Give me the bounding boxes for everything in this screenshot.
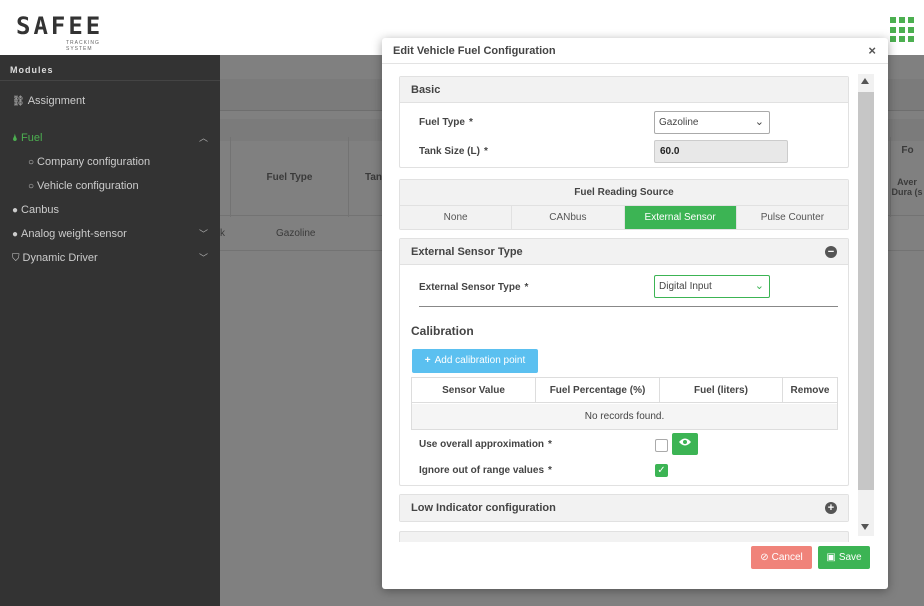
expand-icon[interactable]: + — [825, 502, 837, 514]
sidebar-item-dynamic-driver[interactable]: ⛉ Dynamic Driver ﹀ — [0, 246, 220, 270]
empty-message: No records found. — [412, 404, 837, 429]
low-indicator-panel: Low Indicator configuration + — [399, 494, 849, 522]
chevron-down-icon: ⌄ — [754, 116, 764, 128]
sidebar-item-label: Fuel — [21, 132, 43, 144]
logo-text: SAFEE — [16, 12, 104, 40]
external-sensor-type-select[interactable]: Digital Input ⌄ — [654, 275, 770, 298]
external-sensor-type-label: External Sensor Type * — [419, 282, 529, 293]
column-remove[interactable]: Remove — [783, 378, 837, 402]
dot-icon: ● — [12, 205, 19, 216]
background-header-tank: Tan — [348, 137, 382, 217]
tank-size-label: Tank Size (L) * — [419, 146, 488, 157]
scrollbar-thumb[interactable] — [858, 92, 874, 490]
tab-external-sensor[interactable]: External Sensor — [624, 206, 737, 229]
tab-pulse-counter[interactable]: Pulse Counter — [736, 206, 848, 229]
sidebar-heading: Modules — [0, 55, 220, 81]
background-cell-fuel-type: Gazoline — [276, 228, 316, 239]
dot-icon: ● — [12, 229, 19, 240]
sidebar-item-assignment[interactable]: ⛓ Assignment — [0, 89, 220, 113]
safee-logo[interactable]: SAFEE TRACKING SYSTEM — [16, 12, 128, 52]
logo-subtitle: TRACKING SYSTEM — [66, 40, 100, 52]
external-sensor-panel: External Sensor Type − External Sensor T… — [399, 238, 849, 486]
shield-icon: ⛉ — [12, 253, 20, 264]
background-header-fuel-type: Fuel Type — [230, 137, 348, 217]
reading-source-tabs: None CANbus External Sensor Pulse Counte… — [400, 206, 848, 229]
tab-canbus[interactable]: CANbus — [512, 206, 625, 229]
external-sensor-panel-title: External Sensor Type — [411, 246, 523, 258]
sidebar-item-label: Assignment — [27, 95, 86, 107]
sidebar-item-company-configuration[interactable]: ○ Company configuration — [0, 150, 220, 174]
basic-panel-title: Basic — [400, 77, 848, 103]
edit-fuel-config-modal: Edit Vehicle Fuel Configuration × Basic … — [382, 38, 888, 589]
save-icon: ▣ — [826, 552, 836, 563]
fuel-reading-source-title: Fuel Reading Source — [400, 180, 848, 206]
tank-size-input[interactable]: 60.0 — [654, 140, 788, 163]
sidebar-item-label: Dynamic Driver — [22, 252, 98, 264]
sidebar-item-vehicle-configuration[interactable]: ○ Vehicle configuration — [0, 174, 220, 198]
link-icon: ⛓ — [12, 96, 25, 107]
chevron-down-icon: ⌄ — [754, 280, 764, 292]
save-button[interactable]: ▣ Save — [818, 546, 870, 569]
eye-icon[interactable] — [672, 433, 698, 455]
sidebar-item-canbus[interactable]: ● Canbus — [0, 198, 220, 222]
modal-title: Edit Vehicle Fuel Configuration — [382, 38, 888, 64]
divider — [419, 306, 838, 307]
plus-icon: + — [424, 355, 431, 366]
calibration-title: Calibration — [411, 324, 474, 338]
modal-scroll-area[interactable]: Basic Fuel Type * Gazoline ⌄ Tank Size (L)… — [393, 71, 857, 542]
sidebar-item-label: Vehicle configuration — [37, 180, 139, 192]
calibration-table-header: Sensor Value Fuel Percentage (%) Fuel (l… — [412, 378, 837, 403]
basic-panel: Basic Fuel Type * Gazoline ⌄ Tank Size (L)… — [399, 76, 849, 168]
use-overall-approximation-checkbox[interactable] — [655, 439, 668, 452]
cancel-button[interactable]: ⊘ Cancel — [751, 546, 812, 569]
sidebar-item-label: Canbus — [21, 204, 59, 216]
ignore-out-of-range-checkbox[interactable]: ✓ — [655, 464, 668, 477]
sidebar: Modules ⛓ Assignment 🌢 Fuel ︿ ○ Company con… — [0, 55, 220, 606]
next-panel-partial — [399, 531, 849, 542]
chevron-down-icon: ﹀ — [198, 253, 208, 263]
column-fuel-liters[interactable]: Fuel (liters) — [660, 378, 783, 402]
tab-none[interactable]: None — [400, 206, 513, 229]
chevron-up-icon: ︿ — [198, 133, 208, 143]
calibration-table: Sensor Value Fuel Percentage (%) Fuel (l… — [411, 377, 838, 430]
low-indicator-panel-header[interactable]: Low Indicator configuration + — [400, 495, 848, 521]
cancel-icon: ⊘ — [760, 552, 769, 563]
add-calibration-point-button[interactable]: + Add calibration point — [412, 349, 538, 373]
low-indicator-panel-title: Low Indicator configuration — [411, 502, 556, 514]
chevron-down-icon: ﹀ — [198, 229, 208, 239]
fuel-icon: 🌢 — [12, 133, 18, 144]
sidebar-item-analog-weight-sensor[interactable]: ● Analog weight-sensor ﹀ — [0, 222, 220, 246]
collapse-icon[interactable]: − — [825, 246, 837, 258]
sidebar-item-fuel[interactable]: 🌢 Fuel ︿ — [0, 126, 220, 150]
background-cell-prefix: k — [220, 228, 225, 239]
close-icon[interactable]: × — [868, 38, 876, 64]
circle-icon: ○ — [28, 157, 35, 168]
ignore-out-of-range-label: Ignore out of range values * — [419, 465, 552, 476]
modal-scrollbar[interactable] — [858, 74, 874, 536]
fuel-type-select[interactable]: Gazoline ⌄ — [654, 111, 770, 134]
sidebar-item-label: Company configuration — [37, 156, 151, 168]
sidebar-item-label: Analog weight-sensor — [21, 228, 127, 240]
external-sensor-panel-header[interactable]: External Sensor Type − — [400, 239, 848, 265]
column-fuel-percentage[interactable]: Fuel Percentage (%) — [536, 378, 660, 402]
scroll-down-icon[interactable] — [861, 524, 869, 530]
fuel-reading-source-panel: Fuel Reading Source None CANbus External… — [399, 179, 849, 230]
column-sensor-value[interactable]: Sensor Value — [412, 378, 536, 402]
scroll-up-icon[interactable] — [861, 78, 869, 84]
fuel-type-label: Fuel Type * — [419, 117, 473, 128]
apps-grid-icon[interactable] — [890, 17, 916, 43]
circle-icon: ○ — [28, 181, 35, 192]
use-overall-approximation-label: Use overall approximation * — [419, 439, 552, 450]
background-header-average-duration: Aver Dura (s — [891, 177, 923, 197]
